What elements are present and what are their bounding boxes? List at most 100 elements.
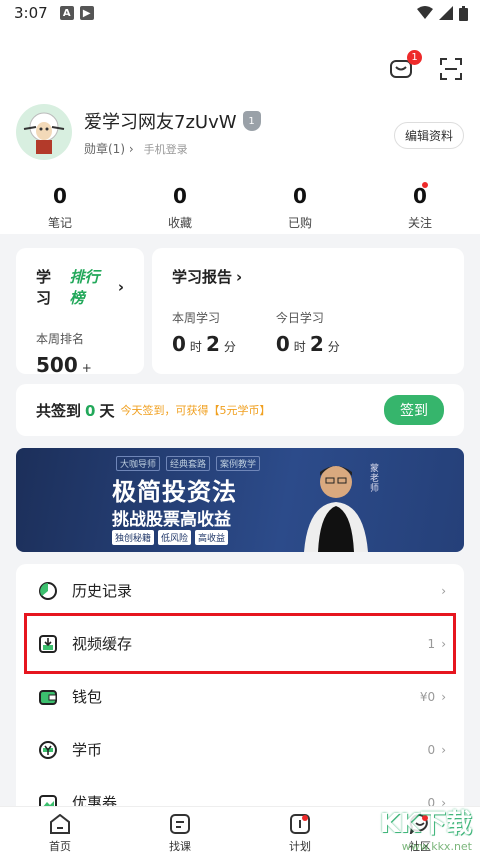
status-time: 3:07: [14, 4, 48, 22]
hour-unit: 时: [189, 340, 202, 354]
stat-notes[interactable]: 0 笔记: [0, 184, 120, 234]
clock-icon: [39, 581, 57, 600]
today-hours: 0: [275, 332, 290, 356]
chevron-right-icon: ›: [441, 583, 446, 598]
stat-favorites[interactable]: 0 收藏: [120, 184, 240, 234]
unread-dot: [302, 815, 308, 821]
ranking-title: 学习 排行榜 ›: [36, 266, 124, 308]
week-study-label: 本周学习: [172, 311, 221, 325]
notification-a-icon: A: [59, 6, 74, 20]
ranking-title-a: 学习: [36, 268, 52, 307]
stat-label: 已购: [287, 216, 312, 230]
wallet-icon: [39, 689, 57, 705]
chevron-right-icon: ›: [117, 278, 124, 296]
teacher-name: 蒙老师: [370, 464, 380, 494]
minute-unit: 分: [223, 340, 236, 354]
menu-video-cache[interactable]: 视频缓存 1 ›: [16, 613, 464, 674]
tab-home[interactable]: 首页: [0, 807, 120, 861]
watermark: KK下载 www.kkx.net: [380, 803, 472, 853]
stat-label: 笔记: [47, 216, 72, 230]
signin-days: 0: [85, 401, 96, 420]
ranking-label: 本周排名: [36, 332, 85, 346]
signin-count: 共签到 0 天: [36, 400, 114, 421]
tab-label: 找课: [169, 840, 191, 853]
ranking-value: 500: [36, 353, 78, 377]
username[interactable]: 爱学习网友7zUvW 1: [84, 108, 261, 134]
signin-button[interactable]: 签到: [384, 395, 444, 425]
menu-label: 历史记录: [72, 582, 133, 600]
coin-icon: [39, 740, 57, 759]
scan-button[interactable]: [438, 56, 464, 82]
banner-tag: 大咖导师: [116, 456, 161, 471]
stat-purchased[interactable]: 0 已购: [240, 184, 360, 234]
tab-plan[interactable]: 计划: [240, 807, 360, 861]
medals-link[interactable]: 勋章(1) ›: [84, 140, 134, 157]
menu-wallet[interactable]: 钱包 ¥0 ›: [16, 670, 464, 723]
ranking-card[interactable]: 学习 排行榜 › 本周排名 500 +: [16, 248, 144, 377]
banner-chip: 独创秘籍: [112, 530, 155, 545]
minute-unit: 分: [327, 340, 340, 354]
signin-bar: 共签到 0 天 今天签到，可获得【5元学币】 签到: [16, 384, 464, 436]
download-icon: [39, 634, 57, 653]
edit-profile-button[interactable]: 编辑资料: [393, 122, 464, 149]
banner-chip: 高收益: [195, 530, 229, 545]
menu-value: ¥0: [419, 689, 436, 704]
chevron-right-icon: ›: [441, 636, 446, 651]
signin-prefix: 共签到: [36, 401, 82, 420]
promo-banner[interactable]: 大咖导师 经典套路 案例教学 极简投资法 挑战股票高收益 独创秘籍 低风险 高收…: [16, 448, 464, 552]
stat-value: 0: [53, 184, 67, 208]
stat-value: 0: [173, 184, 187, 208]
course-icon: [170, 814, 190, 834]
menu-coins[interactable]: 学币 0 ›: [16, 723, 464, 776]
menu-history[interactable]: 历史记录 ›: [16, 564, 464, 617]
stat-label: 收藏: [167, 216, 192, 230]
login-type: 手机登录: [143, 142, 188, 156]
stat-following[interactable]: 0 关注: [360, 182, 480, 234]
status-bar: 3:07 A ▶: [0, 0, 480, 26]
level-shield-icon: 1: [242, 111, 261, 131]
report-card[interactable]: 学习报告 › 本周学习 0时2分 今日学习 0时2分: [152, 248, 464, 374]
banner-chip: 低风险: [158, 530, 192, 545]
menu-value: 1: [427, 636, 436, 651]
chevron-right-icon: ›: [441, 742, 446, 757]
menu-label: 钱包: [72, 688, 103, 706]
menu-value: 0: [427, 742, 436, 757]
hour-unit: 时: [293, 340, 306, 354]
report-title: 学习报告 ›: [172, 266, 444, 287]
unread-dot: [422, 182, 428, 188]
chevron-right-icon: ›: [128, 142, 134, 156]
medals-text: 勋章(1): [84, 142, 125, 156]
tab-label: 首页: [49, 840, 71, 853]
battery-icon: [459, 5, 468, 21]
menu-label: 视频缓存: [72, 635, 133, 653]
tab-find-course[interactable]: 找课: [120, 807, 240, 861]
tab-label: 计划: [289, 840, 311, 853]
banner-tag: 案例教学: [216, 456, 261, 471]
week-minutes: 2: [205, 332, 220, 356]
stats-row: 0 笔记 0 收藏 0 已购 0 关注: [0, 156, 480, 234]
signin-suffix: 天: [99, 401, 115, 420]
banner-title: 极简投资法: [112, 478, 237, 506]
scan-icon: [440, 58, 462, 80]
banner-subtitle: 挑战股票高收益: [112, 510, 231, 530]
teacher-photo: [304, 466, 368, 552]
watermark-url: www.kkx.net: [401, 840, 472, 853]
ranking-title-b: 排行榜: [69, 268, 100, 307]
message-badge: 1: [407, 50, 422, 65]
home-icon: [50, 814, 70, 834]
avatar[interactable]: [16, 104, 72, 160]
signin-hint: 今天签到，可获得【5元学币】: [120, 404, 271, 417]
wifi-icon: [417, 6, 433, 19]
username-text: 爱学习网友7zUvW: [84, 112, 237, 133]
ranking-suffix: +: [81, 361, 92, 375]
stat-label: 关注: [407, 216, 432, 230]
stat-value: 0: [293, 184, 307, 208]
banner-tag: 经典套路: [166, 456, 211, 471]
stat-value: 0: [413, 184, 427, 208]
menu-label: 学币: [72, 741, 103, 759]
notification-play-icon: ▶: [79, 6, 94, 20]
today-study-label: 今日学习: [275, 311, 324, 325]
chevron-right-icon: ›: [236, 267, 243, 286]
profile-header: 1 爱学习网友7zUvW 1 勋章(1) › 手机登录 编辑资料: [0, 26, 480, 160]
message-button[interactable]: 1: [388, 50, 422, 82]
